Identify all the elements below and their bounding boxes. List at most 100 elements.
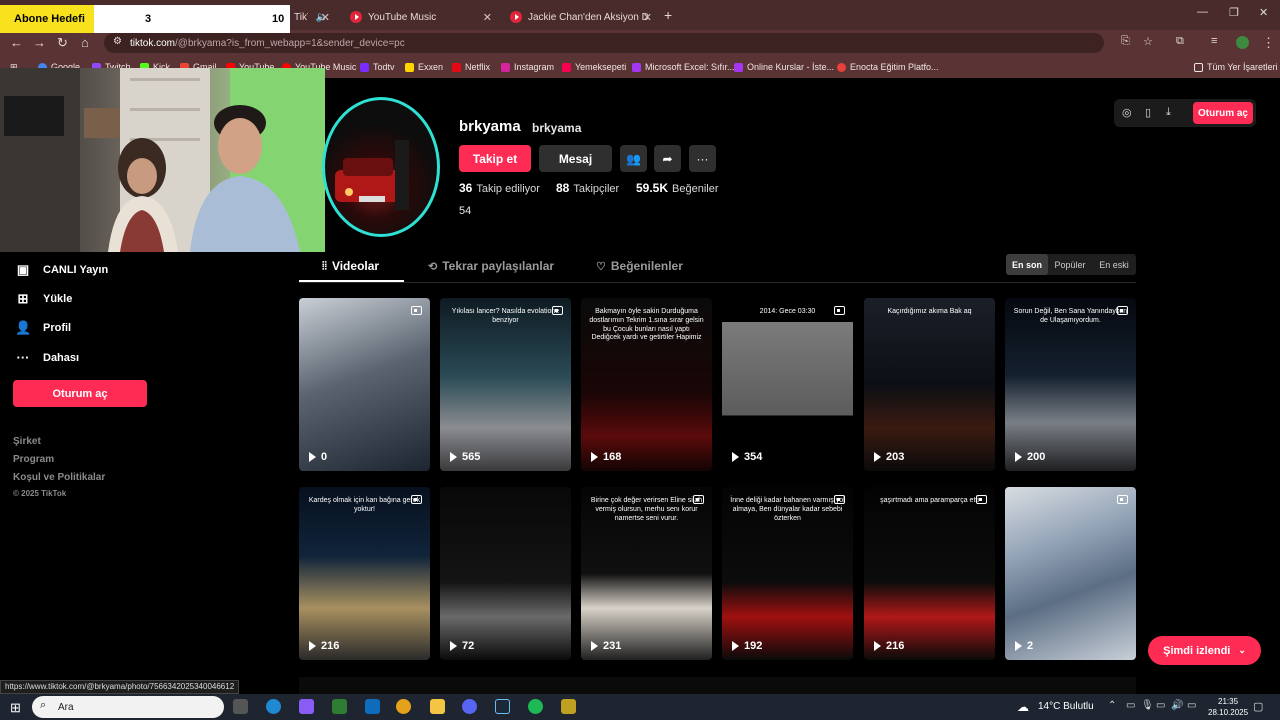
coin-icon[interactable]: ◎ xyxy=(1122,106,1132,119)
sidebar-login-button[interactable]: Oturum aç xyxy=(13,380,147,407)
video-tile[interactable]: 0 xyxy=(299,298,430,471)
restore-icon[interactable]: ❐ xyxy=(1229,6,1239,19)
video-tile[interactable]: 2014: Gece 03:30 354 xyxy=(722,298,853,471)
watched-now-button[interactable]: Şimdi izlendi ⌄ xyxy=(1148,636,1261,665)
followers-stat[interactable]: 88 Takipçiler xyxy=(556,181,619,195)
window-close-icon[interactable]: ✕ xyxy=(1259,6,1268,19)
video-tile[interactable]: Sorun Değil, Ben Sana Yanındayken de Ula… xyxy=(1005,298,1136,471)
reload-icon[interactable]: ↻ xyxy=(57,35,68,51)
video-caption: Kaçırdığımız akıma Bak aq xyxy=(887,308,972,315)
video-tile[interactable]: 72 xyxy=(440,487,571,660)
tray-icon[interactable]: ▭ xyxy=(1126,700,1135,711)
bookmark-instagram[interactable]: Instagram xyxy=(501,62,554,72)
video-tile[interactable]: 2 xyxy=(1005,487,1136,660)
footer-link-company[interactable]: Şirket xyxy=(13,436,41,447)
chrome-icon[interactable] xyxy=(396,699,411,714)
reading-list-icon[interactable]: ≡ xyxy=(1211,35,1217,47)
network-icon[interactable]: ▭ xyxy=(1156,700,1165,711)
bookmark-netflix[interactable]: Netflix xyxy=(452,62,490,72)
windows-start-icon[interactable]: ⊞ xyxy=(10,700,21,716)
tab-youtube-music[interactable]: YouTube Music ✕ xyxy=(342,4,498,30)
more-options-button[interactable]: ··· xyxy=(689,145,716,172)
site-info-icon[interactable]: ⚙ xyxy=(113,36,122,47)
mobile-app-icon[interactable]: ▯ xyxy=(1145,106,1151,119)
close-icon[interactable]: ✕ xyxy=(483,11,492,24)
discord-icon[interactable] xyxy=(462,699,477,714)
suggested-accounts-button[interactable]: 👥 xyxy=(620,145,647,172)
tab-tiktok[interactable]: TikTok 🔈 ✕ xyxy=(286,4,336,30)
bookmark-exxen[interactable]: Exxen xyxy=(405,62,443,72)
live-icon: ▣ xyxy=(16,262,30,277)
follow-button[interactable]: Takip et xyxy=(459,145,531,172)
outlook-icon[interactable] xyxy=(365,699,380,714)
app-icon[interactable] xyxy=(561,699,576,714)
file-explorer-icon[interactable] xyxy=(430,699,445,714)
tab-liked[interactable]: ♡ Beğenilenler xyxy=(596,259,683,273)
bookmark-todtv[interactable]: Todtv xyxy=(360,62,395,72)
extensions-icon[interactable]: ⧉ xyxy=(1176,35,1184,48)
taskbar-search[interactable]: ⌕ Ara xyxy=(32,696,224,718)
address-bar[interactable]: ⚙ tiktok.com/@brkyama?is_from_webapp=1&s… xyxy=(104,33,1104,53)
bookmark-enocta[interactable]: Enocta Eğitim Platfo... xyxy=(837,62,939,72)
sidebar-item-live[interactable]: ▣ CANLI Yayın xyxy=(15,262,108,278)
footer-link-terms[interactable]: Koşul ve Politikalar xyxy=(13,472,105,483)
volume-icon[interactable]: 🔊 xyxy=(1171,700,1183,711)
taskbar-clock[interactable]: 21:35 28.10.2025 xyxy=(1208,696,1248,718)
bookmark-star-icon[interactable]: ☆ xyxy=(1143,35,1153,48)
task-view-icon[interactable] xyxy=(233,699,248,714)
close-icon[interactable]: ✕ xyxy=(643,11,652,24)
sort-oldest[interactable]: En eski xyxy=(1092,254,1136,275)
forward-icon[interactable]: → xyxy=(33,35,46,50)
video-tile[interactable]: Kaçırdığımız akıma Bak aq 203 xyxy=(864,298,995,471)
repost-icon: ⟲ xyxy=(428,260,438,273)
message-button[interactable]: Mesaj xyxy=(539,145,612,172)
spotify-icon[interactable] xyxy=(528,699,543,714)
profile-avatar-icon[interactable] xyxy=(1236,36,1249,49)
video-tile[interactable]: İnne deliği kadar bahanen varmış yol alm… xyxy=(722,487,853,660)
bookmark-excel-course[interactable]: Microsoft Excel: Sıfır... xyxy=(632,62,735,72)
install-app-icon[interactable]: ⎘ xyxy=(1121,35,1130,48)
edge-icon[interactable] xyxy=(266,699,281,714)
tab-videos[interactable]: ⦙⦙ Videolar xyxy=(322,259,379,273)
video-grid-next-row xyxy=(299,677,1136,694)
battery-icon[interactable]: ▭ xyxy=(1187,700,1196,711)
photo-icon xyxy=(1117,495,1128,504)
menu-dots-icon[interactable]: ⋮ xyxy=(1262,35,1275,51)
sort-popular[interactable]: Popüler xyxy=(1048,254,1092,275)
bookmark-online-courses[interactable]: Online Kurslar - İste... xyxy=(734,62,834,72)
sidebar-item-upload[interactable]: ⊞ Yükle xyxy=(15,291,73,307)
header-login-button[interactable]: Oturum aç xyxy=(1193,102,1253,124)
close-icon[interactable]: ✕ xyxy=(321,11,330,24)
sort-latest[interactable]: En son xyxy=(1006,254,1048,275)
video-tile[interactable]: Yıkılası lancer? Nasılda evolatione benz… xyxy=(440,298,571,471)
home-icon[interactable]: ⌂ xyxy=(81,35,89,50)
view-count: 203 xyxy=(874,451,904,463)
play-icon xyxy=(591,641,598,651)
video-tile[interactable]: şaşırtmadı ama paramparça etti 216 xyxy=(864,487,995,660)
video-tile[interactable]: Kardeş olmak için kan bağına gerek yoktu… xyxy=(299,487,430,660)
all-bookmarks[interactable]: Tüm Yer İşaretleri xyxy=(1194,62,1278,72)
share-button[interactable]: ➦ xyxy=(654,145,681,172)
video-tile[interactable]: Birine çok değer verirsen Eline silah ve… xyxy=(581,487,712,660)
sidebar-item-more[interactable]: ··· Dahası xyxy=(15,350,80,365)
new-tab-button[interactable]: + xyxy=(664,7,672,23)
sidebar-item-profile[interactable]: 👤 Profil xyxy=(15,320,71,336)
tray-chevron-icon[interactable]: ⌃ xyxy=(1108,700,1116,711)
bookmark-yemeksepeti[interactable]: Yemeksepeti xyxy=(562,62,626,72)
notifications-icon[interactable]: ▢ xyxy=(1253,700,1263,713)
video-tile[interactable]: Bakmayın öyle sakin Durduğuma dostlarımı… xyxy=(581,298,712,471)
minimize-icon[interactable]: — xyxy=(1197,6,1208,18)
following-stat[interactable]: 36 Takip ediliyor xyxy=(459,181,540,195)
back-icon[interactable]: ← xyxy=(10,35,23,50)
tab-label: TikTok xyxy=(294,11,308,23)
steam-icon[interactable] xyxy=(495,699,510,714)
tab-youtube-video[interactable]: Jackie Chan'den Aksiyon Dersle ✕ xyxy=(502,4,658,30)
copilot-icon[interactable] xyxy=(299,699,314,714)
store-icon[interactable] xyxy=(332,699,347,714)
tab-reposts[interactable]: ⟲ Tekrar paylaşılanlar xyxy=(428,259,554,273)
microphone-icon[interactable]: 🎙 xyxy=(1141,700,1154,711)
status-bar-url: https://www.tiktok.com/@brkyama/photo/75… xyxy=(0,680,240,694)
footer-link-program[interactable]: Program xyxy=(13,454,54,465)
download-icon[interactable]: ⤓ xyxy=(1166,106,1171,119)
weather-text[interactable]: 14°C Bulutlu xyxy=(1038,701,1094,712)
